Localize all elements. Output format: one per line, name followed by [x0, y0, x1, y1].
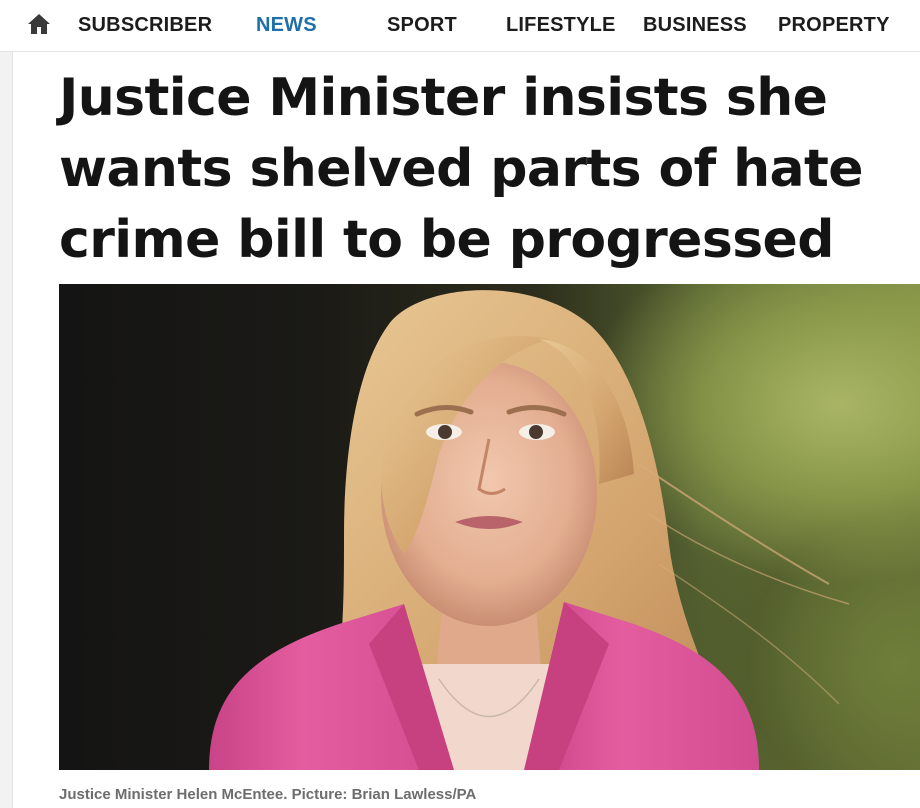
- home-icon[interactable]: [27, 13, 51, 35]
- photo-illustration: [209, 290, 850, 770]
- nav-item-news[interactable]: NEWS: [256, 14, 317, 37]
- nav-item-business[interactable]: BUSINESS: [643, 14, 747, 37]
- nav-item-lifestyle[interactable]: LIFESTYLE: [506, 14, 616, 37]
- main-nav: SUBSCRIBER NEWS SPORT LIFESTYLE BUSINESS…: [0, 0, 920, 52]
- left-rail: [0, 0, 13, 808]
- nav-item-subscriber[interactable]: SUBSCRIBER: [78, 14, 212, 37]
- page: SUBSCRIBER NEWS SPORT LIFESTYLE BUSINESS…: [0, 0, 920, 808]
- article-photo[interactable]: [59, 284, 920, 770]
- nav-item-property[interactable]: PROPERTY: [778, 14, 890, 37]
- nav-item-sport[interactable]: SPORT: [387, 14, 457, 37]
- photo-caption: Justice Minister Helen McEntee. Picture:…: [59, 786, 477, 803]
